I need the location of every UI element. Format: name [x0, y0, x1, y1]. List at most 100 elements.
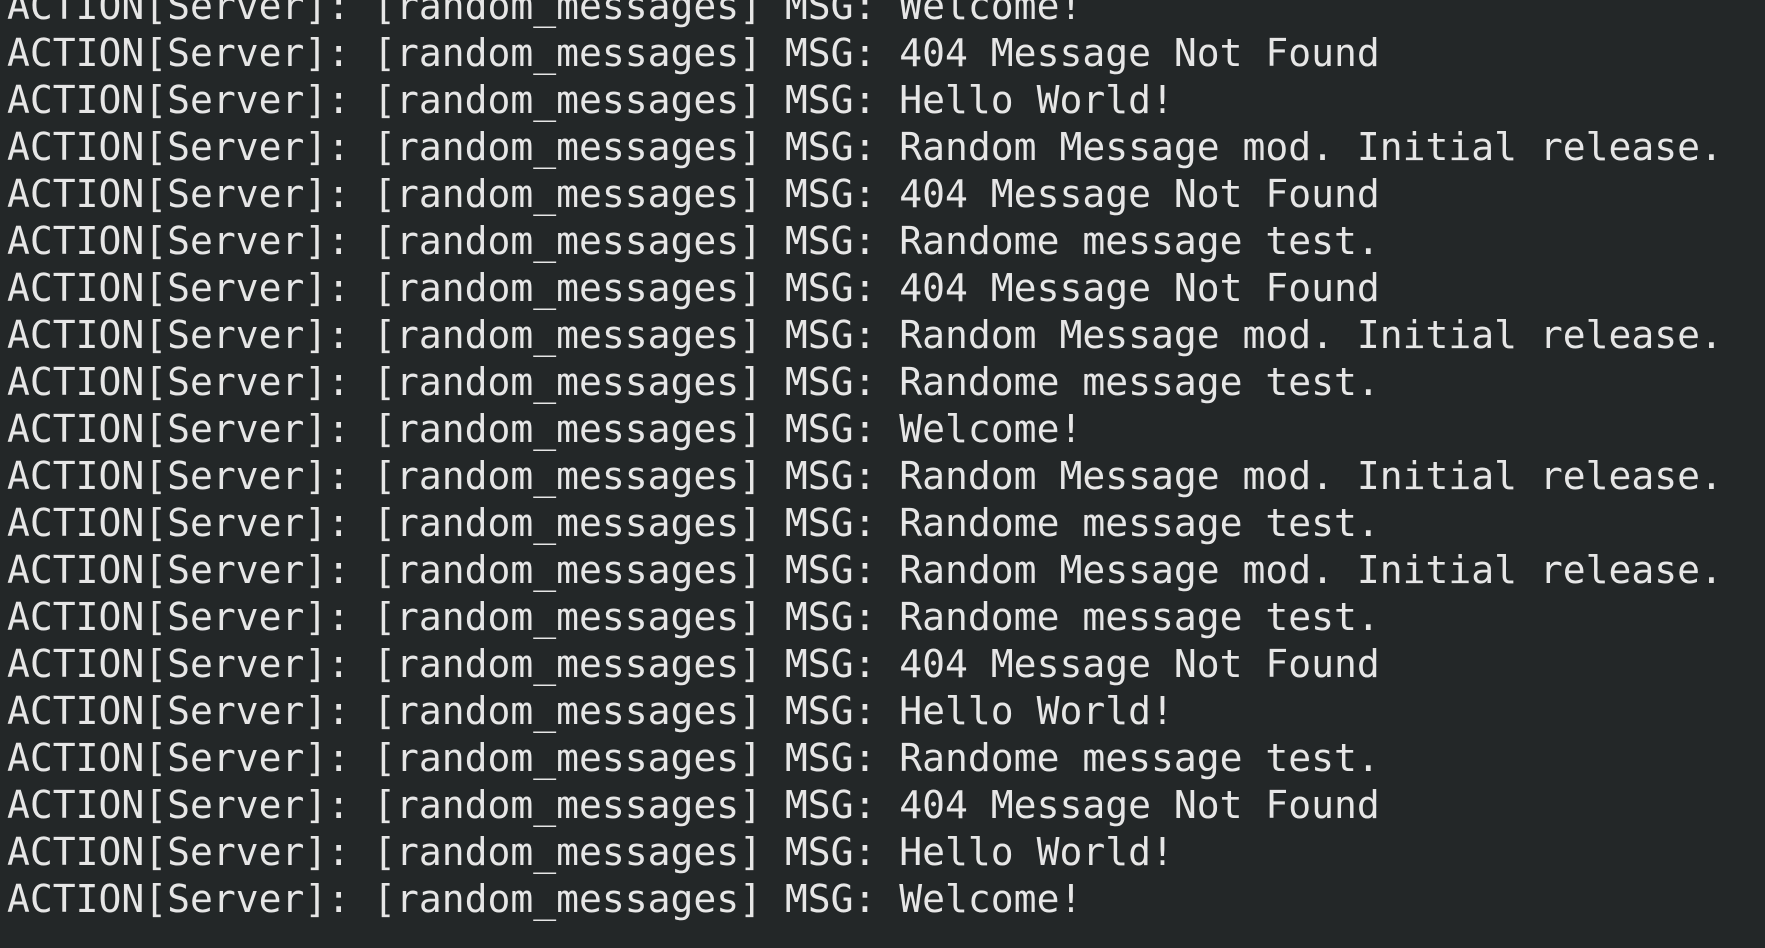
log-prefix: ACTION[Server]: — [7, 172, 351, 216]
log-prefix: ACTION[Server]: — [7, 830, 351, 874]
log-label: MSG: — [784, 407, 877, 451]
log-tag: [random_messages] — [373, 313, 762, 357]
log-label: MSG: — [784, 783, 877, 827]
log-message: Random Message mod. Initial release. — [899, 125, 1723, 169]
log-tag: [random_messages] — [373, 783, 762, 827]
log-tag: [random_messages] — [373, 78, 762, 122]
log-message: Randome message test. — [899, 360, 1380, 404]
log-line: ACTION[Server]: [random_messages] MSG: 4… — [7, 641, 1723, 688]
log-prefix: ACTION[Server]: — [7, 407, 351, 451]
log-line: ACTION[Server]: [random_messages] MSG: R… — [7, 312, 1723, 359]
log-tag: [random_messages] — [373, 689, 762, 733]
log-prefix: ACTION[Server]: — [7, 125, 351, 169]
log-line: ACTION[Server]: [random_messages] MSG: 4… — [7, 30, 1723, 77]
log-message: Welcome! — [899, 407, 1083, 451]
log-label: MSG: — [784, 830, 877, 874]
log-tag: [random_messages] — [373, 595, 762, 639]
log-label: MSG: — [784, 360, 877, 404]
log-tag: [random_messages] — [373, 877, 762, 921]
log-line: ACTION[Server]: [random_messages] MSG: R… — [7, 453, 1723, 500]
log-message: Random Message mod. Initial release. — [899, 454, 1723, 498]
log-message: Randome message test. — [899, 501, 1380, 545]
log-prefix: ACTION[Server]: — [7, 595, 351, 639]
log-prefix: ACTION[Server]: — [7, 266, 351, 310]
log-label: MSG: — [784, 0, 877, 28]
log-prefix: ACTION[Server]: — [7, 78, 351, 122]
log-line: ACTION[Server]: [random_messages] MSG: W… — [7, 876, 1723, 923]
log-message: 404 Message Not Found — [899, 783, 1380, 827]
log-line: ACTION[Server]: [random_messages] MSG: R… — [7, 594, 1723, 641]
log-label: MSG: — [784, 454, 877, 498]
terminal-window[interactable]: ACTION[Server]: [random_messages] MSG: W… — [0, 0, 1765, 948]
log-tag: [random_messages] — [373, 125, 762, 169]
log-message: 404 Message Not Found — [899, 31, 1380, 75]
log-prefix: ACTION[Server]: — [7, 219, 351, 263]
log-message: Welcome! — [899, 877, 1083, 921]
log-tag: [random_messages] — [373, 407, 762, 451]
log-label: MSG: — [784, 266, 877, 310]
log-prefix: ACTION[Server]: — [7, 642, 351, 686]
log-prefix: ACTION[Server]: — [7, 501, 351, 545]
log-line: ACTION[Server]: [random_messages] MSG: R… — [7, 359, 1723, 406]
log-label: MSG: — [784, 548, 877, 592]
log-tag: [random_messages] — [373, 360, 762, 404]
log-tag: [random_messages] — [373, 501, 762, 545]
log-tag: [random_messages] — [373, 830, 762, 874]
log-prefix: ACTION[Server]: — [7, 454, 351, 498]
log-tag: [random_messages] — [373, 736, 762, 780]
log-label: MSG: — [784, 125, 877, 169]
log-label: MSG: — [784, 219, 877, 263]
log-prefix: ACTION[Server]: — [7, 360, 351, 404]
log-label: MSG: — [784, 313, 877, 357]
log-prefix: ACTION[Server]: — [7, 736, 351, 780]
log-line: ACTION[Server]: [random_messages] MSG: 4… — [7, 782, 1723, 829]
log-message: Randome message test. — [899, 219, 1380, 263]
log-line: ACTION[Server]: [random_messages] MSG: R… — [7, 124, 1723, 171]
log-line: ACTION[Server]: [random_messages] MSG: H… — [7, 829, 1723, 876]
log-tag: [random_messages] — [373, 172, 762, 216]
log-prefix: ACTION[Server]: — [7, 689, 351, 733]
log-line: ACTION[Server]: [random_messages] MSG: R… — [7, 547, 1723, 594]
log-label: MSG: — [784, 31, 877, 75]
log-tag: [random_messages] — [373, 31, 762, 75]
log-prefix: ACTION[Server]: — [7, 877, 351, 921]
log-tag: [random_messages] — [373, 454, 762, 498]
log-tag: [random_messages] — [373, 0, 762, 28]
log-prefix: ACTION[Server]: — [7, 783, 351, 827]
log-prefix: ACTION[Server]: — [7, 0, 351, 28]
log-line: ACTION[Server]: [random_messages] MSG: 4… — [7, 265, 1723, 312]
log-tag: [random_messages] — [373, 219, 762, 263]
log-message: Randome message test. — [899, 595, 1380, 639]
log-line: ACTION[Server]: [random_messages] MSG: W… — [7, 0, 1723, 30]
log-line: ACTION[Server]: [random_messages] MSG: R… — [7, 218, 1723, 265]
log-message: Hello World! — [899, 830, 1174, 874]
log-message: Welcome! — [899, 0, 1083, 28]
log-label: MSG: — [784, 172, 877, 216]
log-label: MSG: — [784, 642, 877, 686]
log-line: ACTION[Server]: [random_messages] MSG: W… — [7, 406, 1723, 453]
log-line: ACTION[Server]: [random_messages] MSG: R… — [7, 500, 1723, 547]
log-message: Randome message test. — [899, 736, 1380, 780]
log-tag: [random_messages] — [373, 642, 762, 686]
log-prefix: ACTION[Server]: — [7, 313, 351, 357]
log-prefix: ACTION[Server]: — [7, 31, 351, 75]
log-tag: [random_messages] — [373, 266, 762, 310]
log-label: MSG: — [784, 78, 877, 122]
log-label: MSG: — [784, 736, 877, 780]
log-message: Hello World! — [899, 78, 1174, 122]
log-line: ACTION[Server]: [random_messages] MSG: 4… — [7, 171, 1723, 218]
log-line: ACTION[Server]: [random_messages] MSG: H… — [7, 77, 1723, 124]
terminal-output: ACTION[Server]: [random_messages] MSG: W… — [7, 0, 1723, 923]
log-message: Random Message mod. Initial release. — [899, 313, 1723, 357]
log-message: Random Message mod. Initial release. — [899, 548, 1723, 592]
log-message: 404 Message Not Found — [899, 266, 1380, 310]
log-label: MSG: — [784, 877, 877, 921]
log-label: MSG: — [784, 501, 877, 545]
log-line: ACTION[Server]: [random_messages] MSG: H… — [7, 688, 1723, 735]
log-message: 404 Message Not Found — [899, 172, 1380, 216]
log-label: MSG: — [784, 689, 877, 733]
log-message: Hello World! — [899, 689, 1174, 733]
log-tag: [random_messages] — [373, 548, 762, 592]
log-message: 404 Message Not Found — [899, 642, 1380, 686]
log-line: ACTION[Server]: [random_messages] MSG: R… — [7, 735, 1723, 782]
